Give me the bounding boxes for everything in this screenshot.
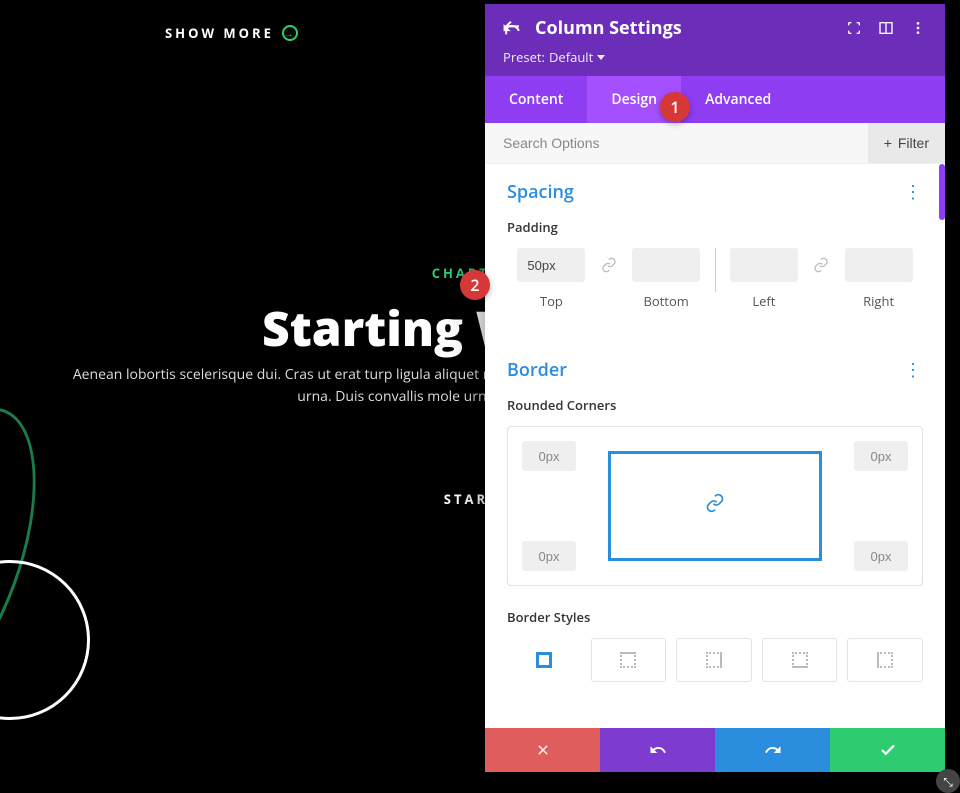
column-settings-panel: Column Settings Preset: Default Content … bbox=[485, 4, 945, 772]
check-icon bbox=[879, 741, 897, 759]
chevron-down-icon bbox=[597, 55, 605, 60]
padding-controls: Top Bottom Left bbox=[507, 248, 923, 310]
plus-icon: + bbox=[884, 135, 892, 151]
expand-icon[interactable] bbox=[845, 19, 863, 37]
spacing-more-icon[interactable]: ⋮ bbox=[904, 180, 923, 204]
padding-left-label: Left bbox=[720, 292, 809, 310]
panel-tabs: Content Design Advanced bbox=[485, 76, 945, 123]
panel-footer bbox=[485, 728, 945, 772]
undo-icon bbox=[649, 741, 667, 759]
corner-tr-input[interactable] bbox=[854, 441, 908, 471]
section-spacing: Spacing ⋮ Padding Top Bottom bbox=[485, 164, 945, 320]
border-style-bottom[interactable] bbox=[762, 638, 838, 682]
section-border: Border ⋮ Rounded Corners Border Styles bbox=[485, 342, 945, 692]
show-more-link[interactable]: SHOW MORE → bbox=[165, 24, 298, 42]
show-more-label: SHOW MORE bbox=[165, 24, 274, 42]
corner-tl-input[interactable] bbox=[522, 441, 576, 471]
padding-top-label: Top bbox=[507, 292, 596, 310]
back-icon[interactable] bbox=[503, 19, 521, 37]
rounded-corners-control bbox=[507, 426, 923, 586]
redo-button[interactable] bbox=[715, 728, 830, 772]
panel-body: Spacing ⋮ Padding Top Bottom bbox=[485, 164, 945, 728]
chain-link-icon[interactable] bbox=[705, 493, 725, 519]
filter-label: Filter bbox=[898, 135, 929, 151]
border-style-top[interactable] bbox=[591, 638, 667, 682]
padding-left-input[interactable] bbox=[730, 248, 798, 282]
columns-icon[interactable] bbox=[877, 19, 895, 37]
preset-value: Default bbox=[549, 48, 593, 66]
resize-handle-icon[interactable]: ⤡ bbox=[936, 769, 960, 793]
preset-label: Preset: bbox=[503, 48, 545, 66]
spacing-title[interactable]: Spacing bbox=[507, 180, 574, 204]
padding-bottom-input[interactable] bbox=[632, 248, 700, 282]
border-styles-label: Border Styles bbox=[507, 608, 923, 626]
link-icon[interactable] bbox=[596, 248, 622, 282]
cancel-button[interactable] bbox=[485, 728, 600, 772]
arrow-right-icon: → bbox=[282, 25, 298, 41]
panel-header: Column Settings Preset: Default bbox=[485, 4, 945, 76]
corners-preview bbox=[608, 451, 822, 561]
annotation-badge-2: 2 bbox=[460, 270, 490, 300]
border-style-all[interactable] bbox=[507, 638, 581, 682]
padding-top-input[interactable] bbox=[517, 248, 585, 282]
tab-advanced[interactable]: Advanced bbox=[681, 76, 795, 123]
search-input[interactable] bbox=[485, 123, 868, 163]
rounded-corners-label: Rounded Corners bbox=[507, 396, 923, 414]
corner-bl-input[interactable] bbox=[522, 541, 576, 571]
scrollbar-thumb[interactable] bbox=[939, 164, 945, 220]
more-icon[interactable] bbox=[909, 19, 927, 37]
corner-br-input[interactable] bbox=[854, 541, 908, 571]
close-icon bbox=[535, 742, 551, 758]
border-styles-row bbox=[507, 638, 923, 682]
border-style-right[interactable] bbox=[676, 638, 752, 682]
preset-selector[interactable]: Preset: Default bbox=[503, 48, 927, 66]
redo-icon bbox=[764, 741, 782, 759]
panel-title: Column Settings bbox=[535, 16, 831, 40]
link-icon[interactable] bbox=[808, 248, 834, 282]
padding-right-label: Right bbox=[834, 292, 923, 310]
padding-right-input[interactable] bbox=[845, 248, 913, 282]
save-button[interactable] bbox=[830, 728, 945, 772]
undo-button[interactable] bbox=[600, 728, 715, 772]
annotation-badge-1: 1 bbox=[660, 92, 690, 122]
filter-button[interactable]: + Filter bbox=[868, 123, 945, 163]
search-bar: + Filter bbox=[485, 123, 945, 164]
border-more-icon[interactable]: ⋮ bbox=[904, 358, 923, 382]
decorative-circle bbox=[0, 560, 90, 720]
padding-label: Padding bbox=[507, 218, 923, 236]
border-style-left[interactable] bbox=[847, 638, 923, 682]
border-title[interactable]: Border bbox=[507, 358, 567, 382]
divider bbox=[715, 248, 716, 292]
tab-content[interactable]: Content bbox=[485, 76, 587, 123]
padding-bottom-label: Bottom bbox=[622, 292, 711, 310]
